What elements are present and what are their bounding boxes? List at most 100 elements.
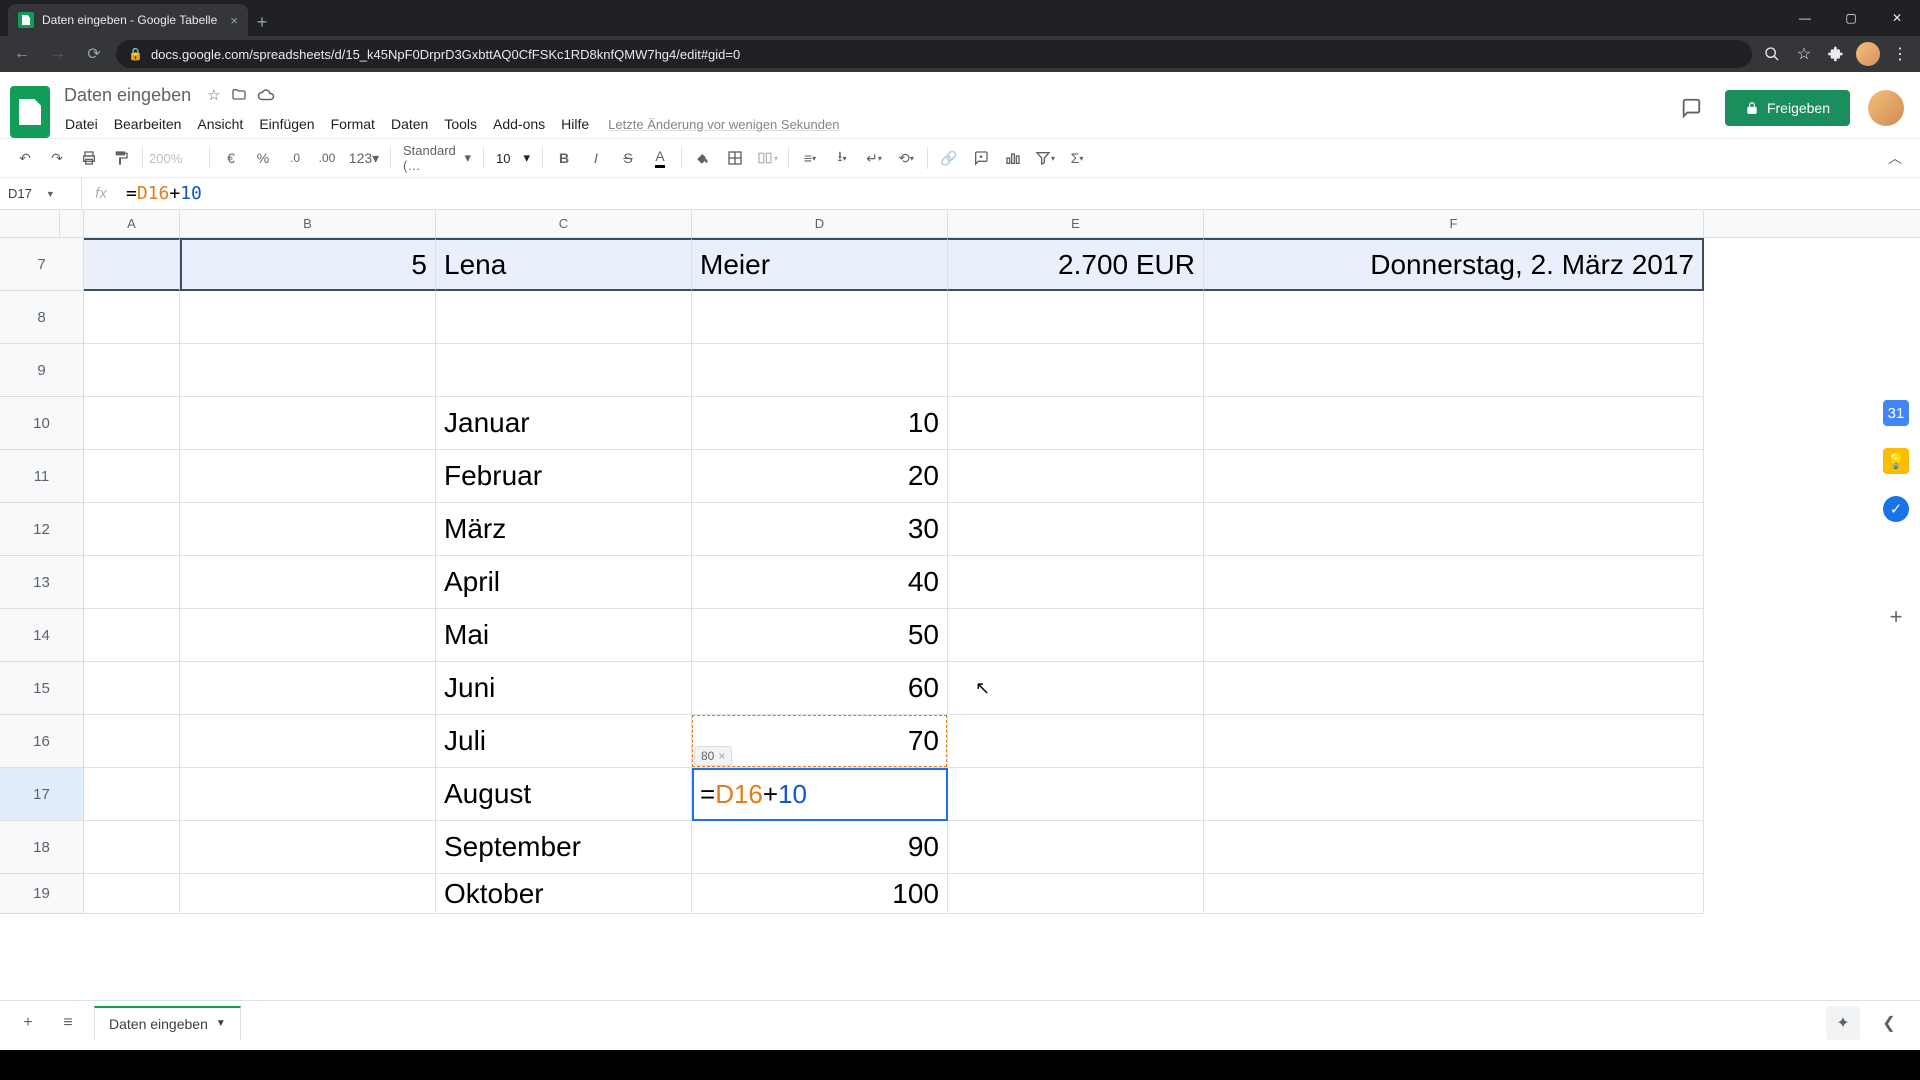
text-color-button[interactable]: A [645, 143, 675, 173]
strikethrough-button[interactable]: S [613, 143, 643, 173]
cell[interactable]: Januar [436, 397, 692, 450]
col-header-B[interactable]: B [180, 210, 436, 237]
cloud-status-icon[interactable] [257, 86, 275, 104]
cell[interactable]: Juni [436, 662, 692, 715]
filter-button[interactable]: ▾ [1030, 143, 1060, 173]
bookmark-icon[interactable]: ☆ [1792, 42, 1816, 66]
back-button[interactable]: ← [8, 40, 36, 68]
menu-daten[interactable]: Daten [384, 112, 435, 136]
bold-button[interactable]: B [549, 143, 579, 173]
menu-hilfe[interactable]: Hilfe [554, 112, 596, 136]
cell[interactable]: 50 [692, 609, 948, 662]
print-button[interactable] [74, 143, 104, 173]
insert-comment-button[interactable] [966, 143, 996, 173]
cell[interactable]: Donnerstag, 2. März 2017 [1204, 238, 1704, 291]
formula-input[interactable]: =D16+10 [120, 181, 1920, 206]
zoom-icon[interactable] [1760, 42, 1784, 66]
menu-tools[interactable]: Tools [437, 112, 484, 136]
comments-icon[interactable] [1675, 92, 1707, 124]
menu-format[interactable]: Format [324, 112, 382, 136]
decrease-decimal-button[interactable]: .0 [280, 143, 310, 173]
cell[interactable]: 100 [692, 874, 948, 914]
menu-datei[interactable]: Datei [58, 112, 105, 136]
forward-button[interactable]: → [44, 40, 72, 68]
row-header[interactable]: 16 [0, 715, 84, 768]
col-header-F[interactable]: F [1204, 210, 1704, 237]
window-close-button[interactable]: ✕ [1874, 0, 1920, 36]
add-sidepanel-icon[interactable]: + [1890, 604, 1903, 630]
all-sheets-button[interactable]: ≡ [54, 1009, 82, 1037]
menu-einfuegen[interactable]: Einfügen [252, 112, 321, 136]
sheet-tab-menu-icon[interactable]: ▼ [216, 1018, 226, 1029]
add-sheet-button[interactable]: + [14, 1009, 42, 1037]
cell[interactable]: 90 [692, 821, 948, 874]
url-input[interactable]: 🔒 docs.google.com/spreadsheets/d/15_k45N… [116, 40, 1752, 68]
col-header-A[interactable]: A [84, 210, 180, 237]
cell[interactable]: April [436, 556, 692, 609]
cell[interactable] [180, 291, 436, 344]
collapse-toolbar-button[interactable]: ︿ [1880, 143, 1910, 173]
italic-button[interactable]: I [581, 143, 611, 173]
cell[interactable]: 20 [692, 450, 948, 503]
cell[interactable]: März [436, 503, 692, 556]
font-size-select[interactable]: 10▾ [490, 150, 536, 166]
row-header[interactable]: 15 [0, 662, 84, 715]
new-tab-button[interactable]: + [248, 8, 276, 36]
undo-button[interactable]: ↶ [10, 143, 40, 173]
cell[interactable] [84, 291, 180, 344]
last-edit-text[interactable]: Letzte Änderung vor wenigen Sekunden [608, 117, 839, 132]
col-header-D[interactable]: D [692, 210, 948, 237]
row-header[interactable]: 14 [0, 609, 84, 662]
cell[interactable]: 5 [180, 238, 436, 291]
star-icon[interactable]: ☆ [207, 86, 220, 104]
active-cell-editing[interactable]: 80× =D16+10 [692, 768, 948, 821]
percent-button[interactable]: % [248, 143, 278, 173]
cell[interactable] [692, 291, 948, 344]
row-header[interactable]: 12 [0, 503, 84, 556]
row-header[interactable]: 9 [0, 344, 84, 397]
sheet-tab[interactable]: Daten eingeben ▼ [94, 1006, 241, 1040]
extensions-icon[interactable] [1824, 42, 1848, 66]
tasks-sidepanel-icon[interactable]: ✓ [1883, 496, 1909, 522]
side-panel-toggle-button[interactable]: ❮ [1872, 1006, 1906, 1040]
row-header[interactable]: 17 [0, 768, 84, 821]
menu-ansicht[interactable]: Ansicht [190, 112, 250, 136]
insert-link-button[interactable]: 🔗 [934, 143, 964, 173]
row-header[interactable]: 11 [0, 450, 84, 503]
tab-close-icon[interactable]: × [230, 13, 238, 28]
close-preview-icon[interactable]: × [718, 749, 725, 763]
cell[interactable]: 40 [692, 556, 948, 609]
cell[interactable] [1204, 291, 1704, 344]
increase-decimal-button[interactable]: .00 [312, 143, 342, 173]
row-header[interactable]: 8 [0, 291, 84, 344]
vertical-align-button[interactable]: ⭳ ▾ [827, 143, 857, 173]
more-formats-button[interactable]: 123 ▾ [344, 143, 384, 173]
move-folder-icon[interactable] [231, 87, 247, 103]
keep-sidepanel-icon[interactable]: 💡 [1883, 448, 1909, 474]
font-family-select[interactable]: Standard (…▾ [397, 143, 477, 173]
borders-button[interactable] [720, 143, 750, 173]
window-minimize-button[interactable]: — [1782, 0, 1828, 36]
cell[interactable]: Lena [436, 238, 692, 291]
share-button[interactable]: Freigeben [1725, 90, 1850, 126]
horizontal-align-button[interactable]: ≡ ▾ [795, 143, 825, 173]
text-rotation-button[interactable]: ⟲ ▾ [891, 143, 921, 173]
cell[interactable] [84, 238, 180, 291]
currency-button[interactable]: € [216, 143, 246, 173]
cell[interactable]: Meier [692, 238, 948, 291]
text-wrap-button[interactable]: ↵ ▾ [859, 143, 889, 173]
zoom-select[interactable]: 200% [149, 151, 203, 166]
col-header-E[interactable]: E [948, 210, 1204, 237]
col-header-C[interactable]: C [436, 210, 692, 237]
insert-chart-button[interactable] [998, 143, 1028, 173]
row-header[interactable]: 13 [0, 556, 84, 609]
calendar-sidepanel-icon[interactable]: 31 [1883, 400, 1909, 426]
fill-color-button[interactable] [688, 143, 718, 173]
cell[interactable]: Mai [436, 609, 692, 662]
cell[interactable]: 30 [692, 503, 948, 556]
row-header[interactable]: 19 [0, 874, 84, 914]
profile-avatar-icon[interactable] [1856, 42, 1880, 66]
chrome-menu-icon[interactable]: ⋮ [1888, 42, 1912, 66]
row-header[interactable]: 10 [0, 397, 84, 450]
cell[interactable]: Oktober [436, 874, 692, 914]
